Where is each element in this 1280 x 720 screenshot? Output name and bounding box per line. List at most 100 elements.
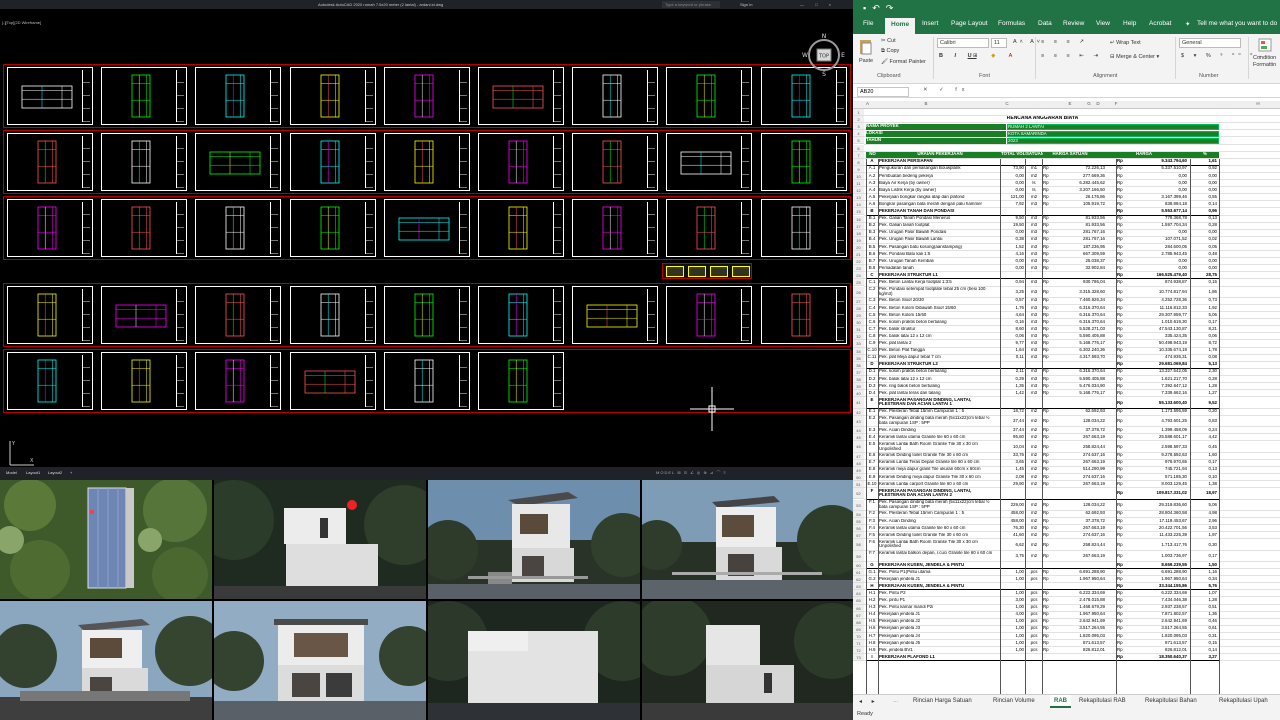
volume[interactable]: 6,62 bbox=[1001, 543, 1024, 548]
total-price[interactable]: 109.817.331,02 bbox=[1129, 491, 1187, 496]
currency[interactable]: Rp bbox=[1043, 475, 1053, 480]
drawing-sheet[interactable] bbox=[195, 67, 282, 125]
currency[interactable]: Rp bbox=[1043, 445, 1053, 450]
item-desc[interactable]: Keramik lantai utama Granite tile 60 x 6… bbox=[879, 526, 999, 531]
volume[interactable]: 0,00 bbox=[1001, 174, 1024, 179]
item-no[interactable]: H.5 bbox=[866, 619, 878, 624]
unit-price[interactable]: 6.316.370,64 bbox=[1053, 369, 1105, 374]
item-no[interactable]: B.8 bbox=[866, 266, 878, 271]
row-header[interactable]: 64 bbox=[853, 590, 864, 598]
volume[interactable]: 0,57 bbox=[1001, 298, 1024, 303]
currency[interactable]: Rp bbox=[1043, 453, 1053, 458]
currency[interactable]: Rp bbox=[1043, 428, 1053, 433]
item-desc[interactable]: Pek. Pasangan dinding bata merah (5x11x2… bbox=[879, 416, 999, 426]
cut-button[interactable]: ✂ Cut bbox=[881, 38, 896, 44]
row-header[interactable]: 20 bbox=[853, 243, 864, 251]
currency[interactable]: Rp bbox=[1043, 313, 1053, 318]
unit-price[interactable]: 5.168.776,17 bbox=[1053, 391, 1105, 396]
item-desc[interactable]: Pek. Pintu P2 bbox=[879, 591, 999, 596]
item-desc[interactable]: Pek. kolom praktis beton bertulang bbox=[879, 369, 999, 374]
drawing-sheet[interactable] bbox=[666, 133, 753, 191]
currency[interactable]: Rp bbox=[1117, 181, 1127, 186]
row-header[interactable]: 71 bbox=[853, 640, 864, 648]
percent[interactable]: 5,13 bbox=[1191, 362, 1217, 367]
quick-access-toolbar[interactable]: ▪↶↷ bbox=[863, 3, 899, 14]
drawing-sheet[interactable] bbox=[101, 133, 188, 191]
sheet-tabs-more[interactable]: ... bbox=[893, 698, 898, 704]
undo-icon[interactable]: ↶ bbox=[872, 3, 886, 13]
unit[interactable]: m3 bbox=[1026, 223, 1042, 228]
row-header[interactable]: 54 bbox=[853, 510, 864, 518]
currency[interactable]: Rp bbox=[1117, 533, 1127, 538]
unit[interactable]: pcs bbox=[1026, 570, 1042, 575]
unit-price[interactable]: 5.590.405,88 bbox=[1053, 377, 1105, 382]
currency[interactable]: Rp bbox=[1043, 181, 1053, 186]
currency[interactable]: Rp bbox=[1117, 341, 1127, 346]
volume[interactable]: 3,00 bbox=[1001, 598, 1024, 603]
item-no[interactable]: F.5 bbox=[866, 533, 878, 538]
item-desc[interactable]: Pek. Plesteran Tebal 15mm Campuran 1 : 5 bbox=[879, 409, 999, 414]
currency[interactable]: Rp bbox=[1117, 174, 1127, 179]
row-header[interactable]: 12 bbox=[853, 187, 864, 195]
item-no[interactable]: H.8 bbox=[866, 641, 878, 646]
total-price[interactable]: 6.691.288,90 bbox=[1129, 570, 1187, 575]
font-name-select[interactable]: Calibri bbox=[937, 38, 989, 48]
currency[interactable]: Rp bbox=[1043, 598, 1053, 603]
item-desc[interactable]: Pek. Galian Tanah Pondasi Menerus bbox=[879, 216, 999, 221]
item-no[interactable]: C.8 bbox=[866, 334, 878, 339]
item-no[interactable]: F.4 bbox=[866, 526, 878, 531]
volume[interactable]: 1,00 bbox=[1001, 570, 1024, 575]
row-header[interactable]: 4 bbox=[853, 130, 864, 138]
currency[interactable]: Rp bbox=[1043, 641, 1053, 646]
total-price[interactable]: 2.785.943,45 bbox=[1129, 252, 1187, 257]
unit[interactable]: m3 bbox=[1026, 334, 1042, 339]
total-price[interactable]: 2.642.941,69 bbox=[1129, 619, 1187, 624]
total-price[interactable]: 0,00 bbox=[1129, 181, 1187, 186]
unit[interactable]: pcs bbox=[1026, 577, 1042, 582]
total-price[interactable]: 976.970,65 bbox=[1129, 460, 1187, 465]
tell-me-search[interactable]: Tell me what you want to do bbox=[1197, 20, 1277, 27]
item-desc[interactable]: Pek. Urugan Pasir Bawah Pondasi bbox=[879, 230, 999, 235]
item-no[interactable]: H.3 bbox=[866, 605, 878, 610]
sheet-tab-rab[interactable]: RAB bbox=[1050, 695, 1071, 708]
volume[interactable]: 2,11 bbox=[1001, 369, 1024, 374]
unit[interactable]: m2 bbox=[1026, 482, 1042, 487]
align-horizontal-buttons[interactable]: ≡ ≡ ≡ ⇤ ⇥ bbox=[1041, 53, 1102, 59]
volume[interactable]: 4,00 bbox=[1001, 612, 1024, 617]
currency[interactable]: Rp bbox=[1117, 563, 1127, 568]
currency[interactable]: Rp bbox=[1043, 419, 1053, 424]
percent[interactable]: 1,38 bbox=[1191, 482, 1217, 487]
column-header[interactable]: G bbox=[1079, 101, 1099, 106]
unit-price[interactable]: 25.038,37 bbox=[1053, 259, 1105, 264]
currency[interactable]: Rp bbox=[1043, 188, 1053, 193]
table-header[interactable]: NO bbox=[866, 152, 879, 159]
unit[interactable]: pcs bbox=[1026, 648, 1042, 653]
item-no[interactable]: G.2 bbox=[866, 577, 878, 582]
unit[interactable]: m3 bbox=[1026, 320, 1042, 325]
percent[interactable]: 0,14 bbox=[1191, 648, 1217, 653]
item-desc[interactable]: Pembuatan bedeng pekerja bbox=[879, 174, 999, 179]
section-title[interactable]: PEKERJAAN STRUKTUR L2 bbox=[879, 362, 999, 367]
currency[interactable]: Rp bbox=[1043, 334, 1053, 339]
unit-price[interactable]: 2.642.941,69 bbox=[1053, 619, 1105, 624]
row-header[interactable]: 35 bbox=[853, 354, 864, 362]
total-price[interactable]: 28.804.360,58 bbox=[1129, 511, 1187, 516]
row-header[interactable]: 29 bbox=[853, 312, 864, 320]
unit[interactable]: ls bbox=[1026, 181, 1042, 186]
row-header[interactable]: 56 bbox=[853, 525, 864, 533]
item-desc[interactable]: Pekerjaan jendela J4 bbox=[879, 634, 999, 639]
unit[interactable]: pcs bbox=[1026, 591, 1042, 596]
tab-page-layout[interactable]: Page Layout bbox=[951, 20, 988, 27]
total-price[interactable]: 166.525.479,40 bbox=[1129, 273, 1187, 278]
volume[interactable]: 3,75 bbox=[1001, 554, 1024, 559]
total-price[interactable]: 5.553.677,14 bbox=[1129, 209, 1187, 214]
item-no[interactable]: I bbox=[866, 655, 878, 660]
drawing-sheet[interactable] bbox=[289, 67, 376, 125]
item-no[interactable]: E.1 bbox=[866, 409, 878, 414]
unit[interactable]: m3 bbox=[1026, 290, 1042, 295]
currency[interactable]: Rp bbox=[1117, 526, 1127, 531]
percent[interactable]: 1,27 bbox=[1191, 391, 1217, 396]
currency[interactable]: Rp bbox=[1043, 216, 1053, 221]
conditional-formatting-icon[interactable] bbox=[1258, 38, 1272, 52]
currency[interactable]: Rp bbox=[1043, 619, 1053, 624]
